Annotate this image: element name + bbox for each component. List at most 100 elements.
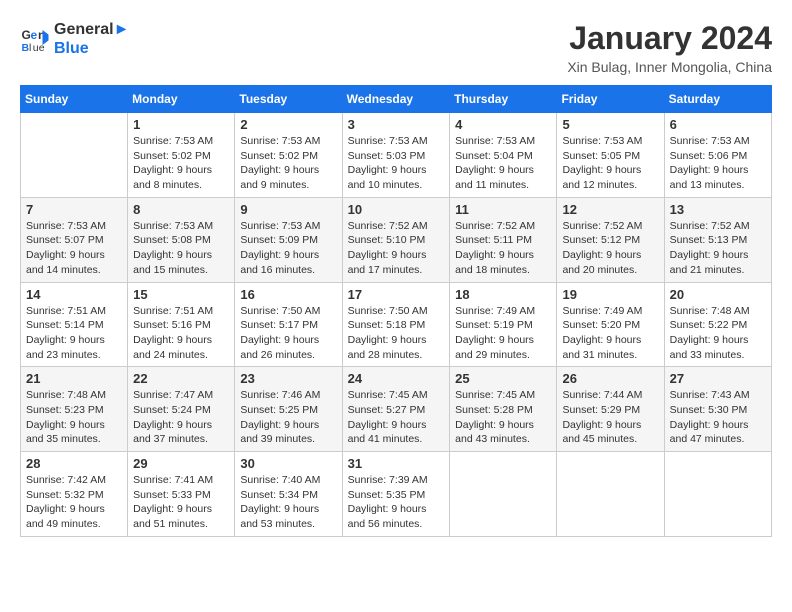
column-header-saturday: Saturday — [664, 86, 771, 113]
calendar-week-4: 21 Sunrise: 7:48 AMSunset: 5:23 PMDayligh… — [21, 367, 772, 452]
day-number: 27 — [670, 371, 766, 386]
day-number: 9 — [240, 202, 336, 217]
day-number: 10 — [348, 202, 445, 217]
day-info: Sunrise: 7:52 AMSunset: 5:11 PMDaylight:… — [455, 219, 551, 278]
column-header-thursday: Thursday — [450, 86, 557, 113]
calendar-cell: 7Sunrise: 7:53 AMSunset: 5:07 PMDaylight… — [21, 197, 128, 282]
svg-text:e: e — [31, 28, 38, 42]
calendar-week-1: 1 Sunrise: 7:53 AMSunset: 5:02 PMDaylight… — [21, 113, 772, 198]
svg-text:l: l — [29, 42, 31, 54]
column-header-wednesday: Wednesday — [342, 86, 450, 113]
column-header-friday: Friday — [557, 86, 664, 113]
day-info: Sunrise: 7:53 AMSunset: 5:08 PMDaylight:… — [133, 219, 229, 278]
day-info: Sunrise: 7:46 AMSunset: 5:25 PMDaylight:… — [240, 388, 336, 447]
day-number: 26 — [562, 371, 658, 386]
day-number: 19 — [562, 287, 658, 302]
day-number: 15 — [133, 287, 229, 302]
calendar-cell: 29Sunrise: 7:41 AMSunset: 5:33 PMDayligh… — [128, 452, 235, 537]
calendar-cell: 18Sunrise: 7:49 AMSunset: 5:19 PMDayligh… — [450, 282, 557, 367]
day-number: 4 — [455, 117, 551, 132]
day-info: Sunrise: 7:53 AMSunset: 5:09 PMDaylight:… — [240, 219, 336, 278]
calendar-cell: 19 Sunrise: 7:49 AMSunset: 5:20 PMDayligh… — [557, 282, 664, 367]
calendar-cell: 6 Sunrise: 7:53 AMSunset: 5:06 PMDaylight… — [664, 113, 771, 198]
day-info: Sunrise: 7:53 AMSunset: 5:06 PMDaylight:… — [670, 134, 766, 193]
day-info: Sunrise: 7:42 AMSunset: 5:32 PMDaylight:… — [26, 473, 122, 532]
calendar-cell: 14Sunrise: 7:51 AMSunset: 5:14 PMDayligh… — [21, 282, 128, 367]
calendar-cell: 31Sunrise: 7:39 AMSunset: 5:35 PMDayligh… — [342, 452, 450, 537]
calendar-cell: 17 Sunrise: 7:50 AMSunset: 5:18 PMDayligh… — [342, 282, 450, 367]
day-info: Sunrise: 7:50 AMSunset: 5:18 PMDaylight:… — [348, 304, 445, 363]
day-info: Sunrise: 7:47 AMSunset: 5:24 PMDaylight:… — [133, 388, 229, 447]
day-number: 29 — [133, 456, 229, 471]
calendar-cell: 20Sunrise: 7:48 AMSunset: 5:22 PMDayligh… — [664, 282, 771, 367]
day-number: 28 — [26, 456, 122, 471]
day-info: Sunrise: 7:44 AMSunset: 5:29 PMDaylight:… — [562, 388, 658, 447]
column-header-monday: Monday — [128, 86, 235, 113]
calendar-cell — [450, 452, 557, 537]
day-info: Sunrise: 7:53 AMSunset: 5:02 PMDaylight:… — [240, 134, 336, 193]
calendar-cell: 26 Sunrise: 7:44 AMSunset: 5:29 PMDayligh… — [557, 367, 664, 452]
calendar-cell: 10Sunrise: 7:52 AMSunset: 5:10 PMDayligh… — [342, 197, 450, 282]
day-info: Sunrise: 7:51 AMSunset: 5:16 PMDaylight:… — [133, 304, 229, 363]
day-number: 25 — [455, 371, 551, 386]
calendar-cell: 9 Sunrise: 7:53 AMSunset: 5:09 PMDaylight… — [235, 197, 342, 282]
column-header-tuesday: Tuesday — [235, 86, 342, 113]
calendar-week-2: 7Sunrise: 7:53 AMSunset: 5:07 PMDaylight… — [21, 197, 772, 282]
logo-icon: G e n B l u e — [20, 24, 50, 54]
calendar-cell: 12 Sunrise: 7:52 AMSunset: 5:12 PMDayligh… — [557, 197, 664, 282]
day-number: 8 — [133, 202, 229, 217]
day-number: 12 — [562, 202, 658, 217]
day-number: 21 — [26, 371, 122, 386]
logo-blue: Blue — [54, 39, 129, 58]
day-number: 30 — [240, 456, 336, 471]
day-number: 6 — [670, 117, 766, 132]
day-info: Sunrise: 7:48 AMSunset: 5:23 PMDaylight:… — [26, 388, 122, 447]
logo: G e n B l u e General► Blue — [20, 20, 129, 58]
calendar-cell: 27 Sunrise: 7:43 AMSunset: 5:30 PMDayligh… — [664, 367, 771, 452]
day-number: 17 — [348, 287, 445, 302]
calendar-week-3: 14Sunrise: 7:51 AMSunset: 5:14 PMDayligh… — [21, 282, 772, 367]
calendar-cell: 30 Sunrise: 7:40 AMSunset: 5:34 PMDayligh… — [235, 452, 342, 537]
day-info: Sunrise: 7:45 AMSunset: 5:27 PMDaylight:… — [348, 388, 445, 447]
day-info: Sunrise: 7:52 AMSunset: 5:13 PMDaylight:… — [670, 219, 766, 278]
calendar-cell: 4Sunrise: 7:53 AMSunset: 5:04 PMDaylight… — [450, 113, 557, 198]
calendar-subtitle: Xin Bulag, Inner Mongolia, China — [567, 59, 772, 75]
day-info: Sunrise: 7:49 AMSunset: 5:19 PMDaylight:… — [455, 304, 551, 363]
day-info: Sunrise: 7:52 AMSunset: 5:12 PMDaylight:… — [562, 219, 658, 278]
calendar-cell: 23 Sunrise: 7:46 AMSunset: 5:25 PMDayligh… — [235, 367, 342, 452]
day-number: 14 — [26, 287, 122, 302]
day-info: Sunrise: 7:53 AMSunset: 5:02 PMDaylight:… — [133, 134, 229, 193]
day-number: 24 — [348, 371, 445, 386]
day-info: Sunrise: 7:40 AMSunset: 5:34 PMDaylight:… — [240, 473, 336, 532]
calendar-cell: 15 Sunrise: 7:51 AMSunset: 5:16 PMDayligh… — [128, 282, 235, 367]
calendar-table: SundayMondayTuesdayWednesdayThursdayFrid… — [20, 85, 772, 537]
calendar-cell: 1 Sunrise: 7:53 AMSunset: 5:02 PMDaylight… — [128, 113, 235, 198]
day-info: Sunrise: 7:39 AMSunset: 5:35 PMDaylight:… — [348, 473, 445, 532]
day-number: 1 — [133, 117, 229, 132]
day-info: Sunrise: 7:49 AMSunset: 5:20 PMDaylight:… — [562, 304, 658, 363]
calendar-cell — [664, 452, 771, 537]
calendar-title: January 2024 — [567, 20, 772, 57]
calendar-cell: 16Sunrise: 7:50 AMSunset: 5:17 PMDayligh… — [235, 282, 342, 367]
title-area: January 2024 Xin Bulag, Inner Mongolia, … — [567, 20, 772, 75]
calendar-cell: 25 Sunrise: 7:45 AMSunset: 5:28 PMDayligh… — [450, 367, 557, 452]
day-number: 13 — [670, 202, 766, 217]
logo-general: General► — [54, 20, 129, 39]
svg-text:e: e — [39, 42, 45, 54]
svg-text:G: G — [22, 28, 31, 42]
calendar-cell: 22Sunrise: 7:47 AMSunset: 5:24 PMDayligh… — [128, 367, 235, 452]
calendar-cell: 5Sunrise: 7:53 AMSunset: 5:05 PMDaylight… — [557, 113, 664, 198]
calendar-cell: 8 Sunrise: 7:53 AMSunset: 5:08 PMDaylight… — [128, 197, 235, 282]
calendar-cell: 24 Sunrise: 7:45 AMSunset: 5:27 PMDayligh… — [342, 367, 450, 452]
calendar-cell: 3Sunrise: 7:53 AMSunset: 5:03 PMDaylight… — [342, 113, 450, 198]
day-info: Sunrise: 7:45 AMSunset: 5:28 PMDaylight:… — [455, 388, 551, 447]
day-info: Sunrise: 7:50 AMSunset: 5:17 PMDaylight:… — [240, 304, 336, 363]
day-info: Sunrise: 7:53 AMSunset: 5:05 PMDaylight:… — [562, 134, 658, 193]
calendar-cell: 13 Sunrise: 7:52 AMSunset: 5:13 PMDayligh… — [664, 197, 771, 282]
day-info: Sunrise: 7:43 AMSunset: 5:30 PMDaylight:… — [670, 388, 766, 447]
header: G e n B l u e General► Blue January 2024… — [20, 20, 772, 75]
day-info: Sunrise: 7:53 AMSunset: 5:03 PMDaylight:… — [348, 134, 445, 193]
day-number: 23 — [240, 371, 336, 386]
calendar-cell: 2Sunrise: 7:53 AMSunset: 5:02 PMDaylight… — [235, 113, 342, 198]
day-number: 7 — [26, 202, 122, 217]
